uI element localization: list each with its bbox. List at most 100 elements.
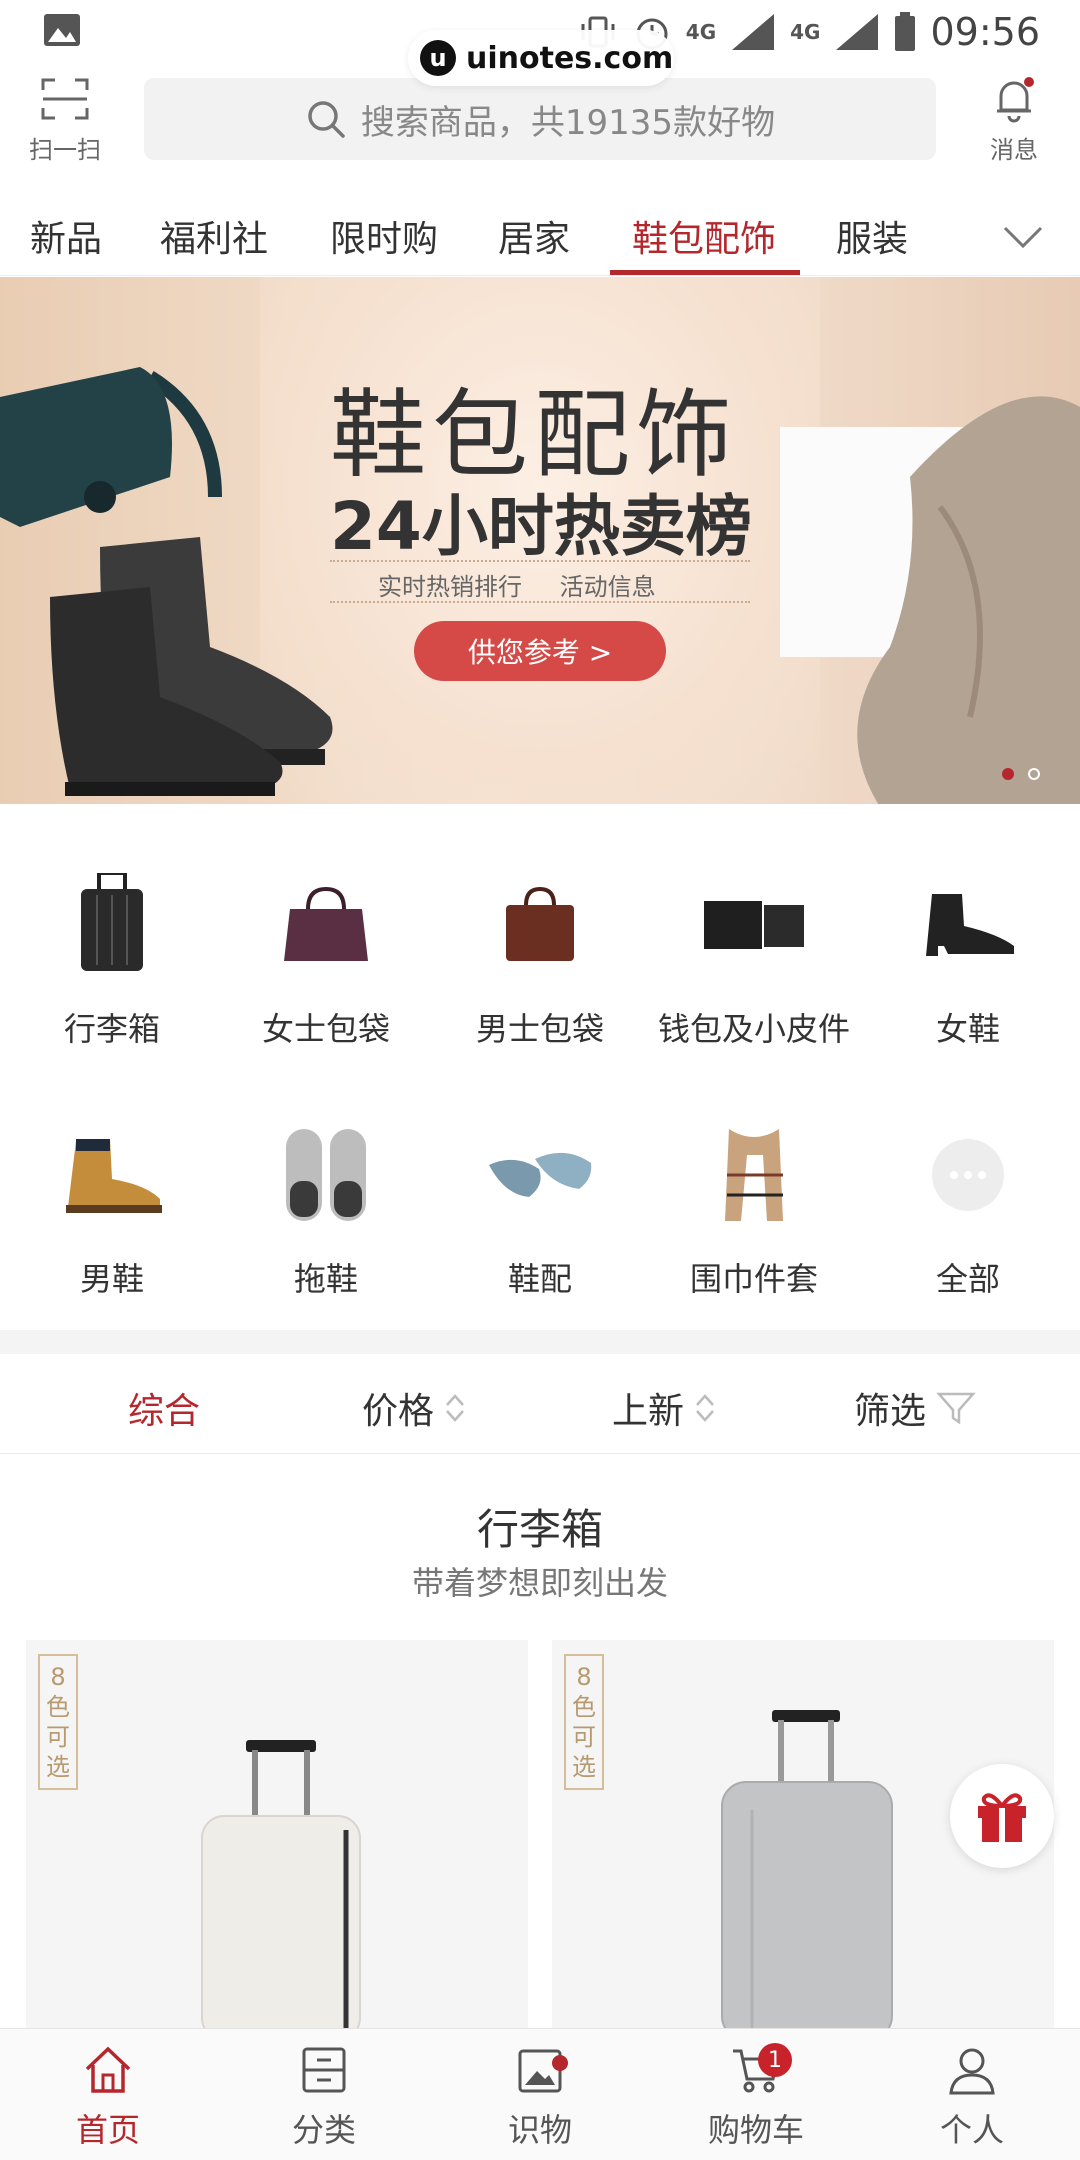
- promo-banner[interactable]: 鞋包配饰 24小时热卖榜 实时热销排行 活动信息 供您参考 >: [0, 277, 1080, 804]
- nav-cart[interactable]: 1 购物车: [648, 2043, 864, 2151]
- banner-info-2: 活动信息: [559, 573, 656, 601]
- ankle-boot-icon: [926, 894, 1014, 956]
- gift-button[interactable]: [950, 1764, 1054, 1868]
- nav-home[interactable]: 首页: [0, 2043, 216, 2151]
- sort-new[interactable]: 上新: [612, 1382, 716, 1434]
- home-icon: [85, 2046, 131, 2093]
- suitcase-image-icon: [201, 1740, 361, 2040]
- color-tag-char: 选: [572, 1753, 596, 1781]
- category-label: 女鞋: [935, 1010, 1000, 1048]
- nav-label: 首页: [75, 2111, 140, 2149]
- banner-dot-1[interactable]: [1002, 768, 1014, 780]
- category-all[interactable]: 全部: [860, 1120, 1076, 1300]
- search-icon: [308, 101, 345, 138]
- tab-clothing[interactable]: 服装: [836, 210, 908, 276]
- scan-label: 扫一扫: [29, 136, 101, 164]
- nav-label: 识物: [507, 2111, 572, 2149]
- scan-button[interactable]: 扫一扫: [24, 74, 106, 165]
- filter-label: 筛选: [854, 1391, 927, 1432]
- category-label: 女士包袋: [261, 1010, 390, 1048]
- sort-price-label: 价格: [362, 1391, 435, 1432]
- category-wallets[interactable]: 钱包及小皮件: [646, 870, 862, 1050]
- sort-price[interactable]: 价格: [362, 1382, 466, 1434]
- cart-count-badge: 1: [758, 2043, 792, 2077]
- color-tag-char: 可: [572, 1723, 596, 1751]
- sort-bar: 综合 价格 上新 筛选: [0, 1354, 1080, 1454]
- battery-icon: [895, 12, 916, 51]
- nav-discover[interactable]: 识物: [432, 2043, 648, 2151]
- luggage-icon: [81, 873, 143, 971]
- filter-button[interactable]: 筛选: [854, 1382, 976, 1434]
- color-options-tag: 8 色 可 选: [38, 1654, 78, 1790]
- category-luggage[interactable]: 行李箱: [4, 870, 220, 1050]
- category-tabs: 新品 福利社 限时购 居家 鞋包配饰 服装: [0, 200, 1080, 276]
- product-card[interactable]: 8 色 可 选: [26, 1640, 528, 2040]
- sort-arrows-icon: [446, 1394, 464, 1422]
- scarf-icon: [725, 1129, 783, 1221]
- color-tag-char: 色: [572, 1693, 596, 1721]
- category-label: 鞋配: [507, 1260, 572, 1298]
- wallet-icon: [704, 901, 804, 949]
- banner-cta-button[interactable]: 供您参考 >: [414, 621, 666, 681]
- filter-icon: [936, 1392, 976, 1425]
- sort-comprehensive[interactable]: 综合: [128, 1382, 200, 1434]
- section-title: 行李箱: [476, 1505, 603, 1554]
- category-label: 全部: [935, 1260, 1000, 1298]
- section-subtitle: 带着梦想即刻出发: [411, 1564, 668, 1602]
- search-placeholder: 搜索商品，共19135款好物: [360, 102, 776, 143]
- tab-home[interactable]: 居家: [498, 210, 570, 276]
- search-input[interactable]: 搜索商品，共19135款好物: [144, 78, 936, 160]
- gift-icon: [978, 1793, 1026, 1842]
- category-womens-bags[interactable]: 女士包袋: [218, 870, 434, 1050]
- category-label: 男鞋: [79, 1260, 144, 1298]
- message-button[interactable]: 消息: [974, 74, 1054, 165]
- scan-icon: [41, 78, 89, 120]
- tab-welfare[interactable]: 福利社: [160, 210, 268, 276]
- category-scarves[interactable]: 围巾件套: [646, 1120, 862, 1300]
- active-tab-indicator: [610, 270, 800, 275]
- category-mens-bags[interactable]: 男士包袋: [432, 870, 648, 1050]
- category-label: 钱包及小皮件: [657, 1010, 850, 1048]
- banner-info-1: 实时热销排行: [378, 573, 522, 601]
- bell-icon: [997, 77, 1034, 123]
- color-tag-char: 8: [576, 1663, 592, 1691]
- work-boot-icon: [66, 1139, 162, 1213]
- category-slippers[interactable]: 拖鞋: [218, 1120, 434, 1300]
- sort-arrows-icon: [696, 1394, 714, 1422]
- bottom-navigation: 首页 分类 识物 1 购物车 个人: [0, 2028, 1080, 2160]
- watermark-logo: u: [420, 40, 456, 76]
- category-label: 行李箱: [63, 1010, 160, 1048]
- banner-info: 实时热销排行 活动信息: [378, 567, 656, 602]
- suitcase-image-icon: [721, 1710, 893, 2040]
- sort-comprehensive-label: 综合: [128, 1391, 201, 1432]
- tab-new[interactable]: 新品: [30, 210, 102, 276]
- color-options-tag: 8 色 可 选: [564, 1654, 604, 1790]
- nav-profile[interactable]: 个人: [864, 2043, 1080, 2151]
- nav-category[interactable]: 分类: [216, 2043, 432, 2151]
- tab-shoes-bags[interactable]: 鞋包配饰: [632, 210, 776, 276]
- watermark-text: uinotes.com: [466, 40, 674, 76]
- category-icon: [302, 2047, 346, 2093]
- network-label-2: 4G: [790, 20, 821, 44]
- banner-dot-2[interactable]: [1028, 768, 1040, 780]
- profile-icon: [949, 2048, 995, 2095]
- category-womens-shoes[interactable]: 女鞋: [860, 870, 1076, 1050]
- insole-icon: [489, 1152, 592, 1197]
- category-label: 拖鞋: [293, 1260, 358, 1298]
- category-grid: 行李箱 女士包袋 男士包袋 钱包及小皮件 女鞋 男鞋 拖鞋 鞋配 围巾件套 全部: [0, 820, 1080, 1330]
- nav-discover-dot: [552, 2055, 568, 2071]
- category-mens-shoes[interactable]: 男鞋: [4, 1120, 220, 1300]
- tab-flash-sale[interactable]: 限时购: [330, 210, 438, 276]
- boots-illustration-icon: [50, 537, 333, 796]
- nav-label: 个人: [939, 2111, 1004, 2149]
- chevron-down-icon[interactable]: [1002, 224, 1044, 250]
- category-shoe-accessories[interactable]: 鞋配: [432, 1120, 648, 1300]
- banner-divider-bottom: [330, 601, 750, 603]
- slipper-icon: [286, 1129, 366, 1221]
- sort-new-label: 上新: [612, 1391, 685, 1432]
- nav-label: 购物车: [707, 2111, 804, 2149]
- watermark-badge: u uinotes.com: [408, 30, 674, 86]
- scarf-illustration-icon: [780, 396, 1080, 804]
- clock: 09:56: [930, 10, 1040, 54]
- banner-pagination: [1002, 768, 1040, 780]
